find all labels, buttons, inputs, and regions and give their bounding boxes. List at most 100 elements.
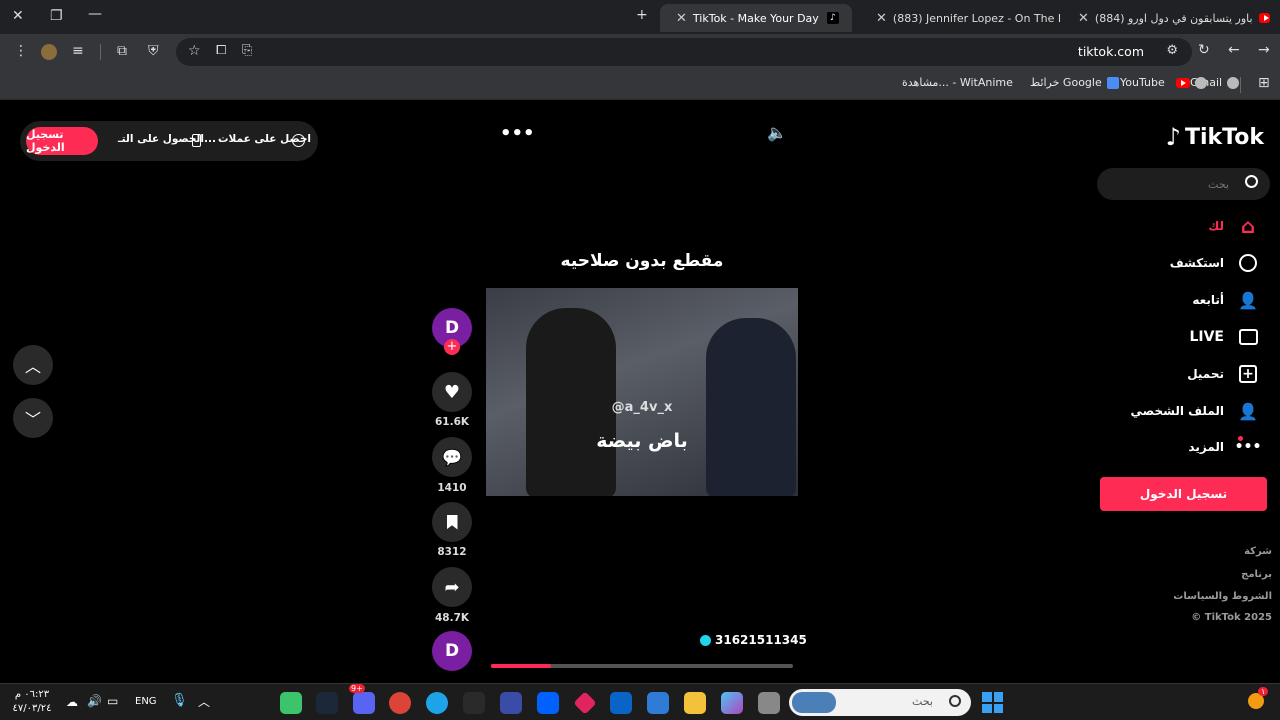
tab-tiktok[interactable]: ✕ TikTok - Make Your Day ♪ <box>660 4 852 32</box>
video-author[interactable]: 31621511345 <box>700 633 807 647</box>
tray-chevron-icon[interactable]: ︿ <box>198 693 210 710</box>
sidebar-item-following[interactable]: أتابعه 👤 <box>1192 288 1260 312</box>
tab-jennifer-lopez[interactable]: ✕ (883) Jennifer Lopez - On The F <box>860 4 1060 32</box>
clock[interactable]: ٠٦:٢٣ م ٤٧/٠٣/٢٤ <box>8 688 56 716</box>
back-icon[interactable]: ← <box>1228 42 1240 58</box>
chrome-icon[interactable] <box>389 692 411 714</box>
like-button[interactable]: ♥ <box>432 372 472 412</box>
verified-icon <box>700 634 711 646</box>
dropbox-icon[interactable] <box>537 692 559 714</box>
reload-icon[interactable]: ↻ <box>1198 42 1210 58</box>
close-tab-icon[interactable]: ✕ <box>676 11 687 26</box>
outlook-icon[interactable] <box>610 692 632 714</box>
discord-icon[interactable]: 9+ <box>349 684 375 714</box>
sidebar-item-explore[interactable]: استكشف <box>1170 251 1260 275</box>
widgets-icon[interactable]: ١ <box>1248 687 1269 709</box>
windows-start-button[interactable] <box>982 692 1003 713</box>
network-icon[interactable]: ☁ <box>66 695 78 709</box>
next-video-button[interactable]: ﹀ <box>13 398 53 438</box>
bookmark-youtube[interactable]: YouTube <box>1120 76 1207 89</box>
search-input[interactable] <box>1109 174 1229 194</box>
tab-youtube-arabic[interactable]: ✕ (884) باور يتسابقون في دول اورو <box>1062 4 1280 32</box>
media-controls-icon[interactable]: ≡ <box>72 43 84 59</box>
file-explorer-icon[interactable] <box>684 692 706 714</box>
bookmark-google-maps[interactable]: خرائط Google <box>1030 76 1119 89</box>
video-progress-bar[interactable] <box>491 664 793 668</box>
video-progress-fill <box>491 664 552 668</box>
apps-grid-icon[interactable]: ⊞ <box>1258 75 1270 91</box>
app-icon-4[interactable] <box>758 692 780 714</box>
get-app-link[interactable]: الحصول على التـ... <box>118 133 216 145</box>
sidebar-item-for-you[interactable]: لك ⌂ <box>1208 214 1260 238</box>
close-tab-icon[interactable]: ✕ <box>1078 11 1089 26</box>
more-options-icon[interactable]: ••• <box>500 123 535 144</box>
bookmark-witanime[interactable]: مشاهدة... - WitAnime <box>902 76 1013 89</box>
video-frame[interactable]: @a_4v_x باض بيضة <box>486 288 798 496</box>
browser-tab-bar: ✕ ❐ — + ✕ TikTok - Make Your Day ♪ ✕ (88… <box>0 0 1280 34</box>
omnibox[interactable]: ☆ ⧠ ⎘ tiktok.com ⚙ <box>176 38 1192 66</box>
forward-icon[interactable]: → <box>1258 42 1270 58</box>
save-button[interactable] <box>432 502 472 542</box>
footer-link-terms[interactable]: الشروط والسياسات <box>1173 591 1272 602</box>
translate-icon[interactable]: ⧠ <box>216 43 226 58</box>
close-tab-icon[interactable]: ✕ <box>876 11 887 26</box>
bookmark-star-icon[interactable]: ☆ <box>188 43 201 59</box>
footer-link-company[interactable]: شركة <box>1244 546 1272 557</box>
sidebar-item-live[interactable]: LIVE <box>1189 325 1260 349</box>
save-count: 8312 <box>437 546 467 558</box>
comment-icon: 💬 <box>442 447 462 467</box>
volume-icon[interactable]: 🔈 <box>767 123 787 142</box>
tiktok-logo[interactable]: ♪ TikTok <box>1166 123 1264 151</box>
share-count: 48.7K <box>434 612 470 624</box>
minimize-window-icon[interactable]: — <box>88 6 102 22</box>
notification-badge: ١ <box>1258 687 1269 696</box>
sidebar-item-more[interactable]: المزيد ••• <box>1188 435 1261 459</box>
microphone-icon[interactable]: 🎙 <box>171 693 188 708</box>
upload-icon: + <box>1236 362 1260 386</box>
sidebar-item-profile[interactable]: الملف الشخصي 👤 <box>1131 399 1260 423</box>
extensions-icon[interactable]: ⧉ <box>117 43 127 59</box>
speaker-icon[interactable]: 🔊 <box>87 694 102 708</box>
url-text: tiktok.com <box>1077 44 1144 59</box>
video-caption: باض بيضة <box>596 430 688 452</box>
epic-games-icon[interactable] <box>463 692 485 714</box>
search-box[interactable] <box>1097 168 1270 200</box>
heart-icon: ♥ <box>443 381 461 403</box>
copyright-text: © TikTok 2025 <box>1191 612 1272 623</box>
follow-plus-icon[interactable]: + <box>444 339 460 355</box>
previous-video-button[interactable]: ︿ <box>13 345 53 385</box>
comment-button[interactable]: 💬 <box>432 437 472 477</box>
restore-window-icon[interactable]: ❐ <box>50 8 63 24</box>
install-app-icon[interactable]: ⎘ <box>242 43 252 58</box>
close-window-icon[interactable]: ✕ <box>12 8 24 24</box>
site-settings-icon[interactable]: ⚙ <box>1166 43 1178 58</box>
copilot-icon[interactable] <box>721 692 743 714</box>
display-icon[interactable]: ▭ <box>107 694 118 708</box>
app-icon-1[interactable] <box>280 692 302 714</box>
header-login-button[interactable]: تسجيل الدخول <box>26 127 98 155</box>
globe-icon <box>1194 76 1207 89</box>
edge-icon[interactable] <box>426 692 448 714</box>
address-bar-row: ⋮ ≡ ⧉ ⛨ ☆ ⧠ ⎘ tiktok.com ⚙ ↻ ← → <box>0 34 1280 70</box>
taskbar-search[interactable]: بحث <box>789 689 971 716</box>
app-icon-3[interactable] <box>573 691 597 715</box>
store-icon[interactable] <box>647 692 669 714</box>
phone-icon <box>192 134 201 147</box>
profile-avatar-icon[interactable] <box>41 44 57 60</box>
sidebar-item-upload[interactable]: تحميل + <box>1187 362 1260 386</box>
shield-icon[interactable]: ⛨ <box>148 43 159 59</box>
share-arrow-icon: ➦ <box>444 576 460 598</box>
witanime-icon <box>1106 76 1119 89</box>
menu-dots-icon[interactable]: ⋮ <box>14 43 28 59</box>
app-icon-2[interactable] <box>500 692 522 714</box>
music-avatar[interactable]: D <box>432 631 472 671</box>
steam-icon[interactable] <box>316 692 338 714</box>
share-button[interactable]: ➦ <box>432 567 472 607</box>
new-tab-button[interactable]: + <box>636 7 648 23</box>
language-indicator[interactable]: ENG <box>135 696 157 707</box>
profile-icon: 👤 <box>1238 401 1258 421</box>
sidebar-login-button[interactable]: تسجيل الدخول <box>1100 477 1267 511</box>
video-watermark: @a_4v_x <box>611 400 673 415</box>
search-icon[interactable] <box>1245 175 1258 188</box>
footer-link-program[interactable]: برنامج <box>1241 569 1272 580</box>
